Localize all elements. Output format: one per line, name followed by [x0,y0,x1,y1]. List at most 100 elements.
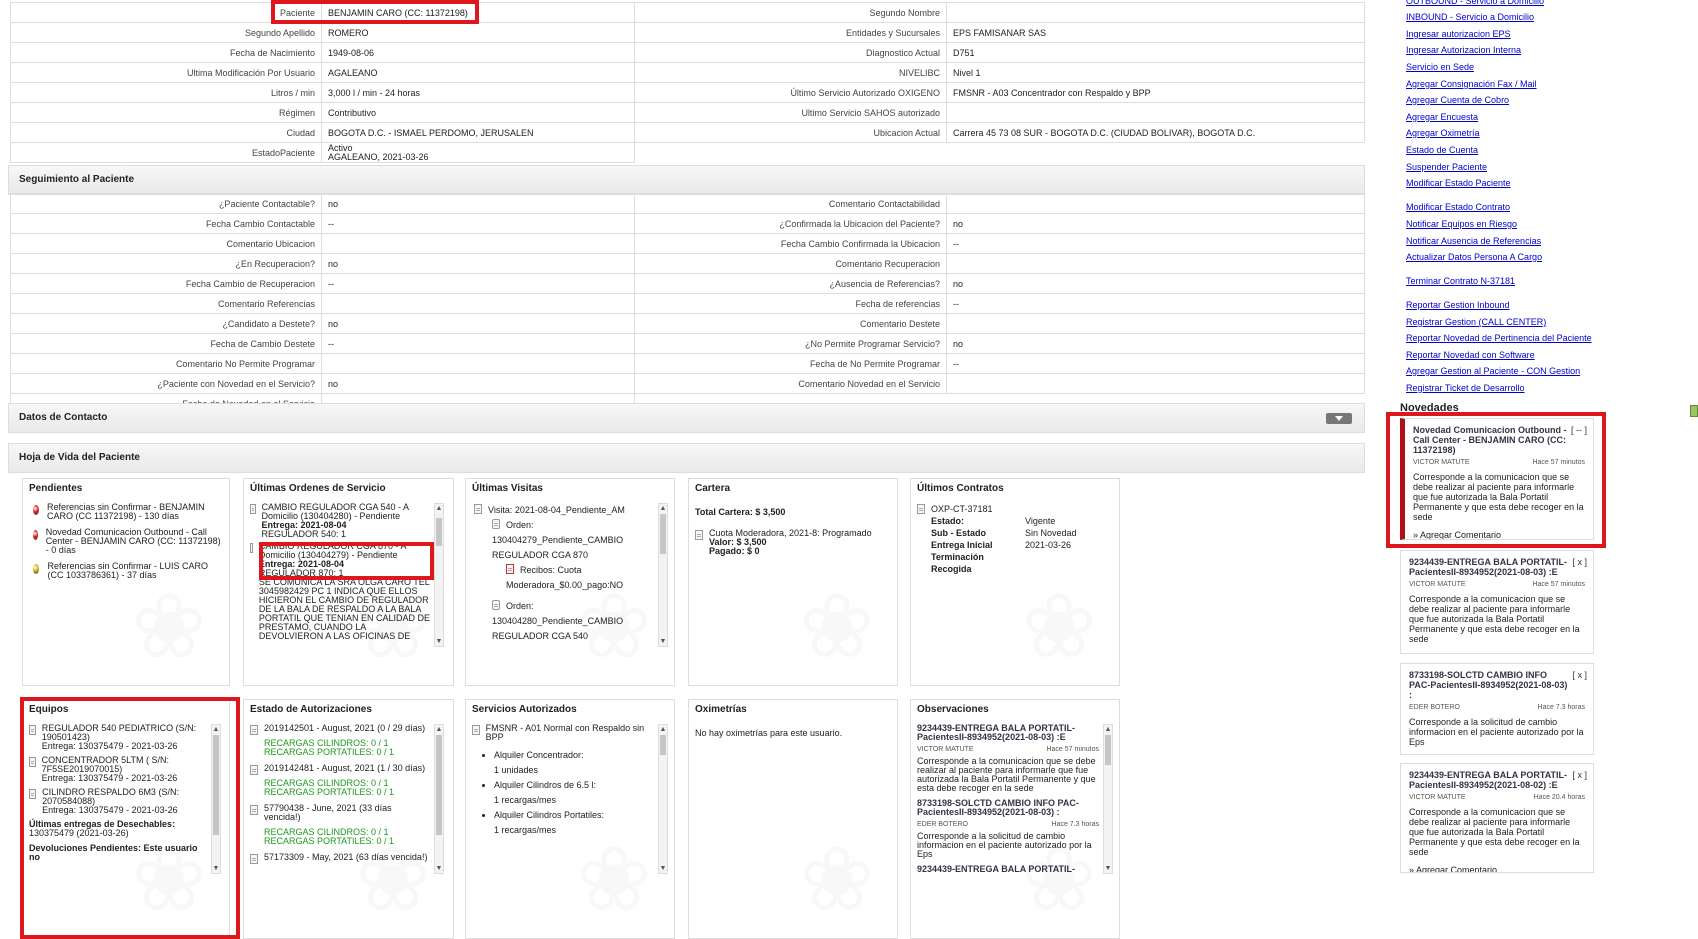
novedad-time: Hace 20.4 horas [1533,794,1585,801]
visitas-scrollbar[interactable]: ▲ ▼ [658,503,668,647]
contrato-row: Recogida [931,563,1077,575]
autorizacion-item[interactable]: 2019142501 - August, 2021 (0 / 29 días) R… [250,724,430,757]
action-link[interactable]: Agregar Cuenta de Cobro [1406,95,1509,105]
scroll-marker[interactable] [1690,405,1698,417]
action-link[interactable]: OUTBOUND - Servicio a Domicilio [1406,0,1544,6]
servicio-key: Alquiler Cilindros de 6.5 l: [494,780,597,790]
agregar-comentario-link[interactable]: » Agregar Comentario [1409,865,1585,872]
seguimiento-value [946,253,1365,274]
contrato-key: Terminación [931,552,984,562]
close-icon[interactable]: [ -- ] [1571,425,1587,435]
observacion-title: 8733198-SOLCTD CAMBIO INFO PAC-Pacientes… [917,798,1079,817]
observaciones-scrollbar[interactable]: ▲ ▼ [1103,724,1113,874]
datos-contacto-title: Datos de Contacto [19,412,108,423]
agregar-comentario-link[interactable]: » Agregar Comentario [1413,530,1585,539]
pendiente-text: Novedad Comunicacion Outbound - Call Cen… [45,527,221,555]
paw-watermark: ❀ [799,577,875,677]
novedad-time: Hace 57 minutos [1532,581,1585,588]
hoja-vida-header[interactable]: Hoja de Vida del Paciente [8,443,1365,473]
pendiente-item[interactable]: Referencias sin Confirmar - BENJAMIN CAR… [29,503,223,521]
action-link[interactable]: Registrar Ticket de Desarrollo [1406,383,1525,393]
expand-button[interactable] [1326,413,1352,424]
status-dot-icon [33,564,40,574]
agregar-comentario-link[interactable]: » Agregar Comentario [1409,652,1585,653]
action-link[interactable]: INBOUND - Servicio a Domicilio [1406,12,1534,22]
autorizaciones-scrollbar[interactable]: ▲ ▼ [434,724,444,874]
equipo-item[interactable]: CONCENTRADOR 5LTM ( S/N: 7F5SE2019070015… [29,756,205,783]
equipo-item[interactable]: CILINDRO RESPALDO 6M3 (S/N: 2070584088) E… [29,788,205,815]
orden-item[interactable]: CAMBIO REGULADOR CGA 540 - A Domicilio (… [250,503,430,539]
action-link[interactable]: Agregar Encuesta [1406,112,1478,122]
novedad-card: [ x ] 9234439-ENTREGA BALA PORTATIL-Pacie… [1400,550,1594,654]
action-link[interactable]: Modificar Estado Contrato [1406,202,1510,212]
seguimiento-row: Fecha Cambio Contactable -- ¿Confirmada la… [10,213,1365,234]
action-link[interactable]: Registrar Gestion (CALL CENTER) [1406,317,1546,327]
autorizacion-item[interactable]: 57790438 - June, 2021 (33 días vencida!)… [250,804,430,846]
action-link[interactable]: Estado de Cuenta [1406,145,1478,155]
seguimiento-row: ¿En Recuperacion? no Comentario Recuperaci… [10,253,1365,274]
autorizacion-item[interactable]: 57173309 - May, 2021 (63 días vencida!) [250,853,430,868]
contrato-value: Sin Novedad [1025,528,1077,538]
action-link[interactable]: Ingresar Autorizacion Interna [1406,45,1521,55]
close-icon[interactable]: [ x ] [1572,557,1587,567]
pendientes-title: Pendientes [29,483,83,494]
receipt-icon [506,564,514,574]
seguimiento-row: Comentario Ubicacion Fecha Cambio Confirm… [10,233,1365,254]
novedad-card: [ x ] 8733198-SOLCTD CAMBIO INFO PAC-Paci… [1400,663,1594,755]
servicios-scrollbar[interactable]: ▲ ▼ [658,724,668,874]
action-link[interactable]: Ingresar autorizacion EPS [1406,29,1511,39]
observacion-meta: VICTOR MATUTE Hace 57 minutos [917,745,1099,754]
action-link[interactable]: Terminar Contrato N-37181 [1406,276,1515,286]
orden-detail: SE COMUNICA LA SRA OLGA CARO TEL 3045982… [258,577,430,641]
action-link[interactable]: Agregar Oximetría [1406,128,1480,138]
novedad-body: Corresponde a la comunicacion que se deb… [1409,807,1580,857]
novedad-card: [ -- ] Novedad Comunicacion Outbound - Ca… [1400,418,1594,540]
action-link[interactable]: Modificar Estado Paciente [1406,178,1511,188]
pendiente-text: Referencias sin Confirmar - BENJAMIN CAR… [47,502,205,521]
close-icon[interactable]: [ x ] [1572,670,1587,680]
close-icon[interactable]: [ x ] [1572,770,1587,780]
contrato-value: 2021-03-26 [1025,540,1072,550]
datos-contacto-header[interactable]: Datos de Contacto [8,403,1365,433]
action-link[interactable]: Reportar Gestion Inbound [1406,300,1510,310]
action-link[interactable]: Actualizar Datos Persona A Cargo [1406,252,1542,262]
contrato-item[interactable]: OXP-CT-37181 Estado: Vigente Sub - Estado S… [911,499,1119,579]
ultima-modificacion-value: AGALEANO [321,62,635,83]
equipo-entrega: Entrega: 130375479 - 2021-03-26 [42,805,178,815]
action-link[interactable]: Notificar Ausencia de Referencias [1406,236,1541,246]
action-link[interactable]: Agregar Consignación Fax / Mail [1406,79,1537,89]
ultimo-servicio-sahos-label: Ultimo Servicio SAHOS autorizado [634,102,947,123]
document-icon [917,504,925,514]
seguimiento-value: no [946,333,1365,354]
action-link[interactable]: Reportar Novedad de Pertinencia del Paci… [1406,333,1592,343]
servicio-item[interactable]: FMSNR - A01 Normal con Respaldo sin BPP [472,724,652,742]
autorizacion-item[interactable]: 2019142481 - August, 2021 (1 / 30 días) R… [250,764,430,797]
document-icon [250,765,258,775]
equipos-list: REGULADOR 540 PEDIATRICO (S/N: 190501423… [29,724,205,874]
status-dot-icon [33,530,38,540]
ubicacion-actual-value: Carrera 45 73 08 SUR - BOGOTA D.C. (CIUD… [946,122,1365,143]
ordenes-scrollbar[interactable]: ▲ ▼ [434,503,444,647]
visita-item[interactable]: Visita: 2021-08-04_Pendiente_AM [474,503,652,518]
action-link[interactable]: Suspender Paciente [1406,162,1487,172]
oximetrias-title: Oximetrías [695,704,747,715]
seguimiento-header[interactable]: Seguimiento al Paciente [8,165,1365,195]
patient-info-table: Paciente BENJAMIN CARO (CC: 11372198) Segu… [10,2,1365,163]
seguimiento-label: Comentario Destete [634,313,947,334]
orden-label: Orden: [506,520,534,530]
action-link[interactable]: Servicio en Sede [1406,62,1474,72]
pendiente-item[interactable]: Novedad Comunicacion Outbound - Call Cen… [29,528,223,555]
action-link[interactable]: Agregar Gestion al Paciente - CON Gestio… [1406,366,1580,376]
patient-value: BENJAMIN CARO (CC: 11372198) [321,2,635,23]
equipos-scrollbar[interactable]: ▲ ▼ [211,724,221,874]
litros-value: 3,000 l / min - 24 horas [321,82,635,103]
autorizacion-head: 2019142501 - August, 2021 (0 / 29 días) [264,724,426,733]
action-link[interactable]: Notificar Equipos en Riesgo [1406,219,1517,229]
ciudad-label: Ciudad [10,122,322,143]
orden-item[interactable]: CAMBIO REGULADOR CGA 870 - A Domicilio (… [250,542,430,641]
equipo-item[interactable]: REGULADOR 540 PEDIATRICO (S/N: 190501423… [29,724,205,751]
visita-orden-b: REGULADOR CGA 540 [492,631,589,641]
action-link[interactable]: Reportar Novedad con Software [1406,350,1535,360]
ultima-modificacion-label: Ultima Modificación Por Usuario [10,62,322,83]
diagnostico-label: Diagnostico Actual [634,42,947,63]
